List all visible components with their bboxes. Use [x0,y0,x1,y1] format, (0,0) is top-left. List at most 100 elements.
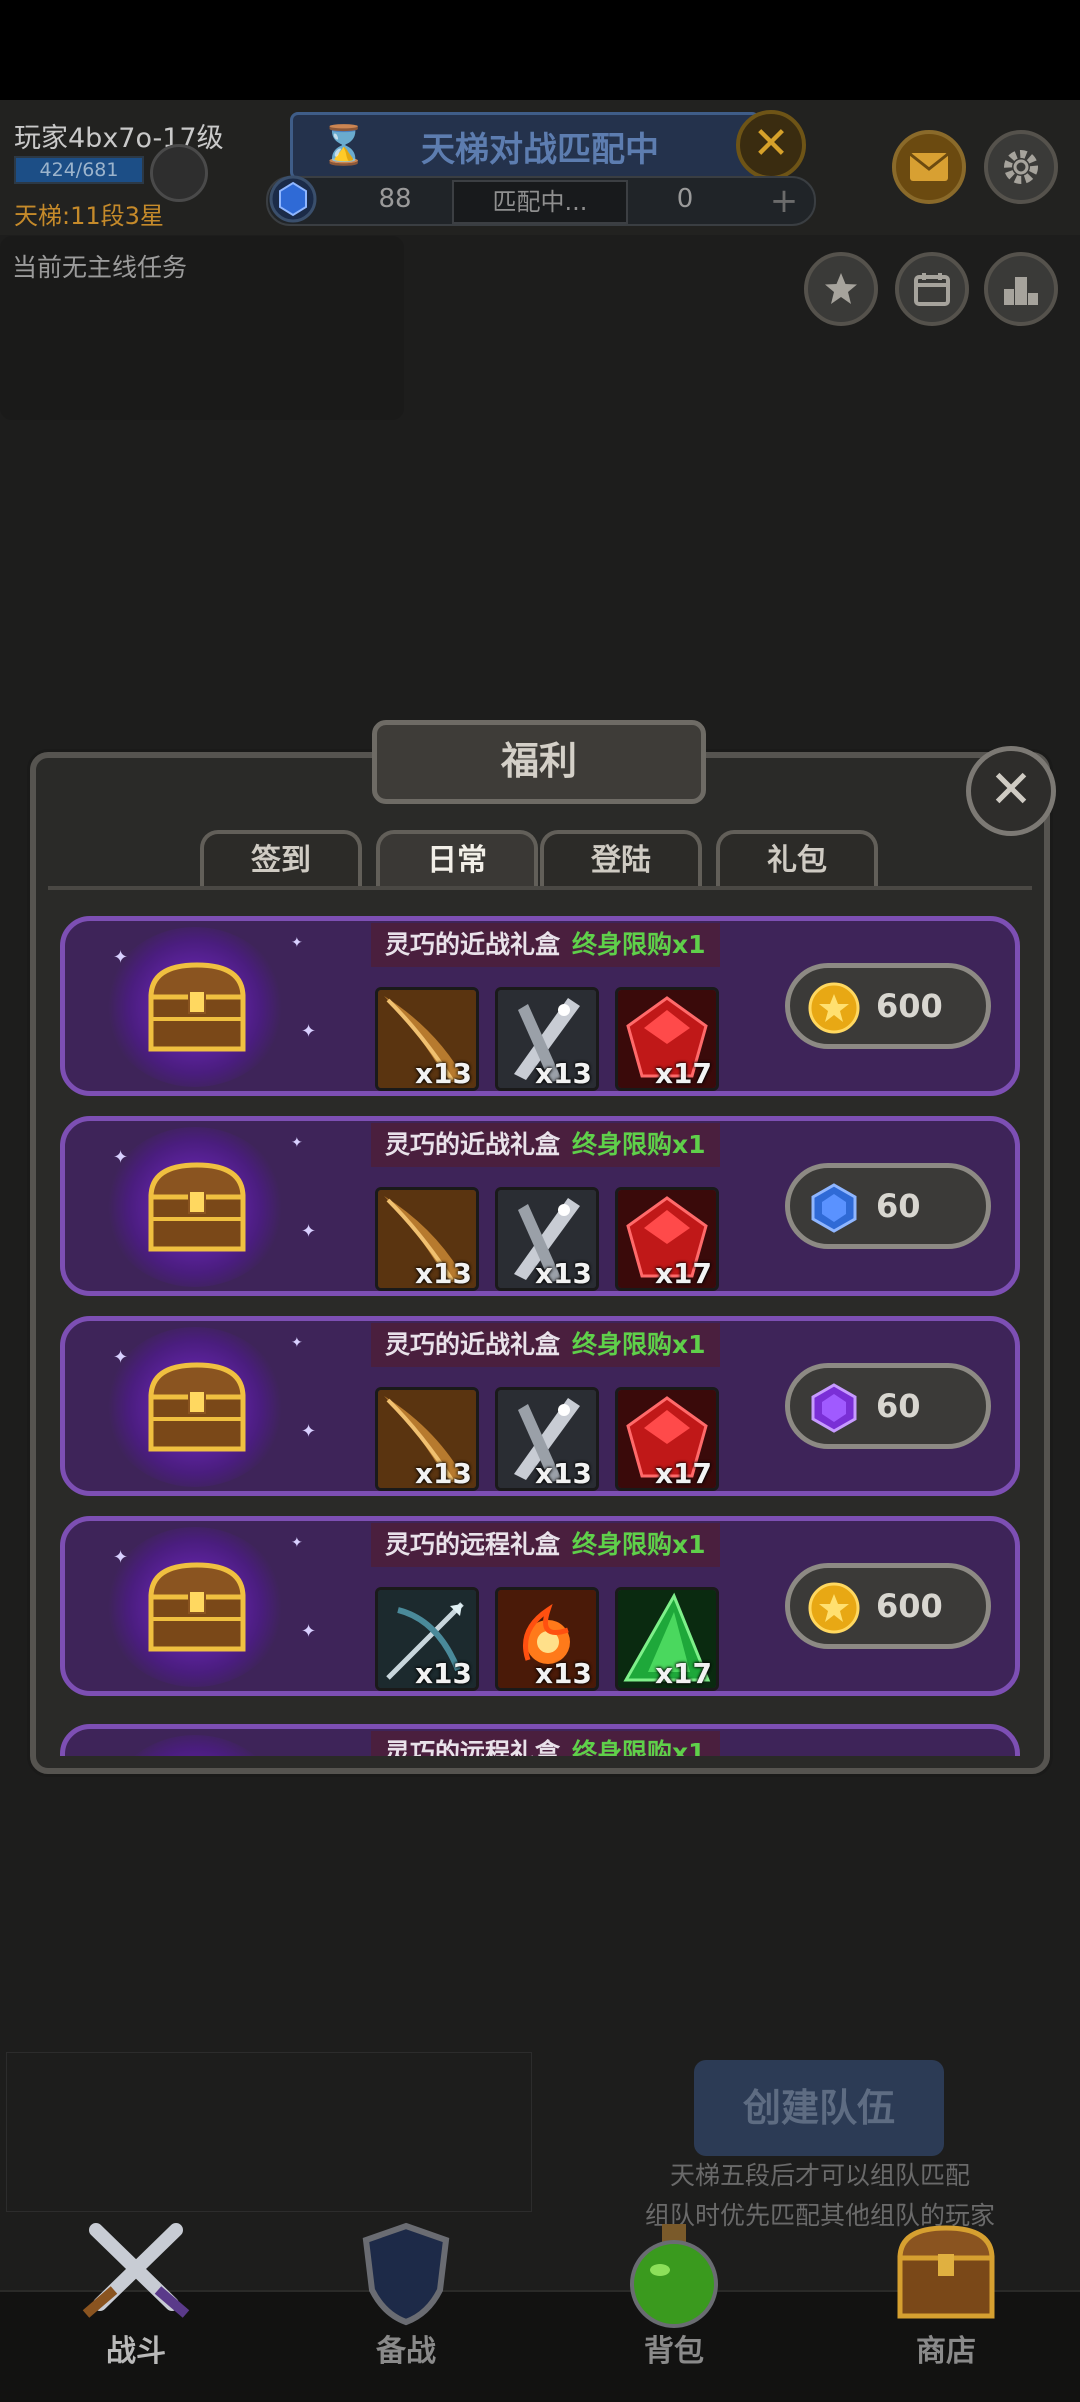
price: 600 [876,987,943,1025]
buy-button[interactable]: 60 [785,1163,991,1249]
purchase-limit: 终身限购x1 [572,1330,706,1359]
leaderboard-button[interactable] [984,252,1058,326]
emerald-icon[interactable]: x17 [615,1587,719,1691]
coin-icon [808,982,860,1034]
price: 60 [876,1187,921,1225]
sparkle-icon: ✦ [113,947,129,968]
status-bar [0,0,1080,100]
crossbow-icon[interactable]: x13 [375,1587,479,1691]
price: 60 [876,1387,921,1425]
star-icon [825,273,857,304]
item-quantity: x13 [414,1457,472,1490]
offer-card[interactable]: ✦ ✦ ✦ 灵巧的近战礼盒 终身限购x1 x13 x13 x17 60 [60,1316,1020,1496]
potion-icon [630,2224,718,2328]
match-title: 天梯对战匹配中 [421,130,659,170]
settings-button[interactable] [984,130,1058,204]
nav-battle[interactable]: 战斗 [36,2218,236,2370]
sparkle-icon: ✦ [291,1135,303,1151]
item-quantity: x13 [414,1657,472,1690]
sparkle-icon: ✦ [113,1147,129,1168]
item-quantity: x17 [654,1457,712,1490]
ladder-rank: 天梯:11段3星 [14,202,164,230]
offer-name: 灵巧的远程礼盒 [385,1530,561,1559]
crossed-swords-icon [82,2223,190,2318]
create-team-button[interactable]: 创建队伍 [694,2060,944,2156]
offer-name: 灵巧的近战礼盒 [385,1130,561,1159]
offer-card[interactable]: 灵巧的远程礼盒 终身限购x1 [60,1724,1020,1756]
item-quantity: x13 [534,1457,592,1490]
offer-card[interactable]: ✦ ✦ ✦ 灵巧的近战礼盒 终身限购x1 x13 x13 x17 600 [60,916,1020,1096]
buy-button[interactable]: 60 [785,1363,991,1449]
nav-label: 战斗 [106,2334,166,2369]
item-quantity: x13 [534,1057,592,1090]
fireball-icon[interactable]: x13 [495,1587,599,1691]
nav-bag[interactable]: 背包 [574,2218,774,2370]
item-quantity: x13 [534,1257,592,1290]
card-glow [105,1735,285,1756]
tab-daily[interactable]: 日常 [376,830,538,888]
tab-giftpack[interactable]: 礼包 [716,830,878,888]
chest-icon [145,1559,249,1655]
blade-icon[interactable]: x13 [495,1387,599,1491]
ruby-icon[interactable]: x17 [615,1387,719,1491]
podium-icon [1004,277,1038,305]
xp-text: 424/681 [39,159,119,181]
offer-title: 灵巧的近战礼盒 终身限购x1 [371,1123,720,1167]
buy-button[interactable]: 600 [785,1563,991,1649]
chest-icon [145,1359,249,1455]
add-button[interactable]: + [764,182,804,222]
blade-icon[interactable]: x13 [495,987,599,1091]
sparkle-icon: ✦ [113,1547,129,1568]
calendar-icon [914,273,950,306]
tab-login[interactable]: 登陆 [540,830,702,888]
purchase-limit: 终身限购x1 [572,1738,706,1756]
purchase-limit: 终身限购x1 [572,1130,706,1159]
nav-shop[interactable]: 商店 [846,2218,1046,2370]
sparkle-icon: ✦ [301,1421,317,1442]
blade-icon[interactable]: x13 [495,1187,599,1291]
item-quantity: x17 [654,1057,712,1090]
purchase-limit: 终身限购x1 [572,1530,706,1559]
favorites-button[interactable] [804,252,878,326]
offer-name: 灵巧的近战礼盒 [385,930,561,959]
sparkle-icon: ✦ [291,1335,303,1351]
nav-label: 背包 [644,2334,704,2369]
rank-emblem-icon[interactable] [150,144,208,202]
item-quantity: x17 [654,1657,712,1690]
price: 600 [876,1587,943,1625]
offer-title: 灵巧的远程礼盒 终身限购x1 [371,1731,720,1756]
shield-icon [362,2222,450,2326]
buy-button[interactable]: 600 [785,963,991,1049]
sword-icon[interactable]: x13 [375,1187,479,1291]
blue-gem-icon [269,175,317,223]
calendar-button[interactable] [895,252,969,326]
matching-status: 匹配中... [452,180,628,224]
sparkle-icon: ✦ [301,1621,317,1642]
offer-card[interactable]: ✦ ✦ ✦ 灵巧的远程礼盒 终身限购x1 x13 x13 x17 600 [60,1516,1020,1696]
offer-name: 灵巧的远程礼盒 [385,1738,561,1756]
sparkle-icon: ✦ [291,935,303,951]
chest-icon [145,1159,249,1255]
sword-icon[interactable]: x13 [375,987,479,1091]
nav-label: 备战 [376,2334,436,2369]
team-panel [6,2052,532,2212]
cancel-match-button[interactable]: ✕ [736,110,806,180]
team-note: 天梯五段后才可以组队匹配 [669,2161,970,2190]
offer-title: 灵巧的远程礼盒 终身限购x1 [371,1523,720,1567]
nav-prepare[interactable]: 备战 [306,2218,506,2370]
coin-icon [808,1582,860,1634]
tab-signin[interactable]: 签到 [200,830,362,888]
item-quantity: x13 [534,1657,592,1690]
ruby-icon[interactable]: x17 [615,987,719,1091]
mail-button[interactable] [892,130,966,204]
tab-divider [48,886,1032,890]
offer-card[interactable]: ✦ ✦ ✦ 灵巧的近战礼盒 终身限购x1 x13 x13 x17 60 [60,1116,1020,1296]
chest-icon [897,2225,995,2319]
close-button[interactable]: ✕ [966,746,1056,836]
offer-list[interactable]: ✦ ✦ ✦ 灵巧的近战礼盒 终身限购x1 x13 x13 x17 600 ✦ ✦ ✦ 灵巧的近战礼盒 终身… [54,916,1026,1756]
offer-title: 灵巧的近战礼盒 终身限购x1 [371,923,720,967]
sparkle-icon: ✦ [301,1021,317,1042]
item-quantity: x13 [414,1257,472,1290]
sword-icon[interactable]: x13 [375,1387,479,1491]
ruby-icon[interactable]: x17 [615,1187,719,1291]
